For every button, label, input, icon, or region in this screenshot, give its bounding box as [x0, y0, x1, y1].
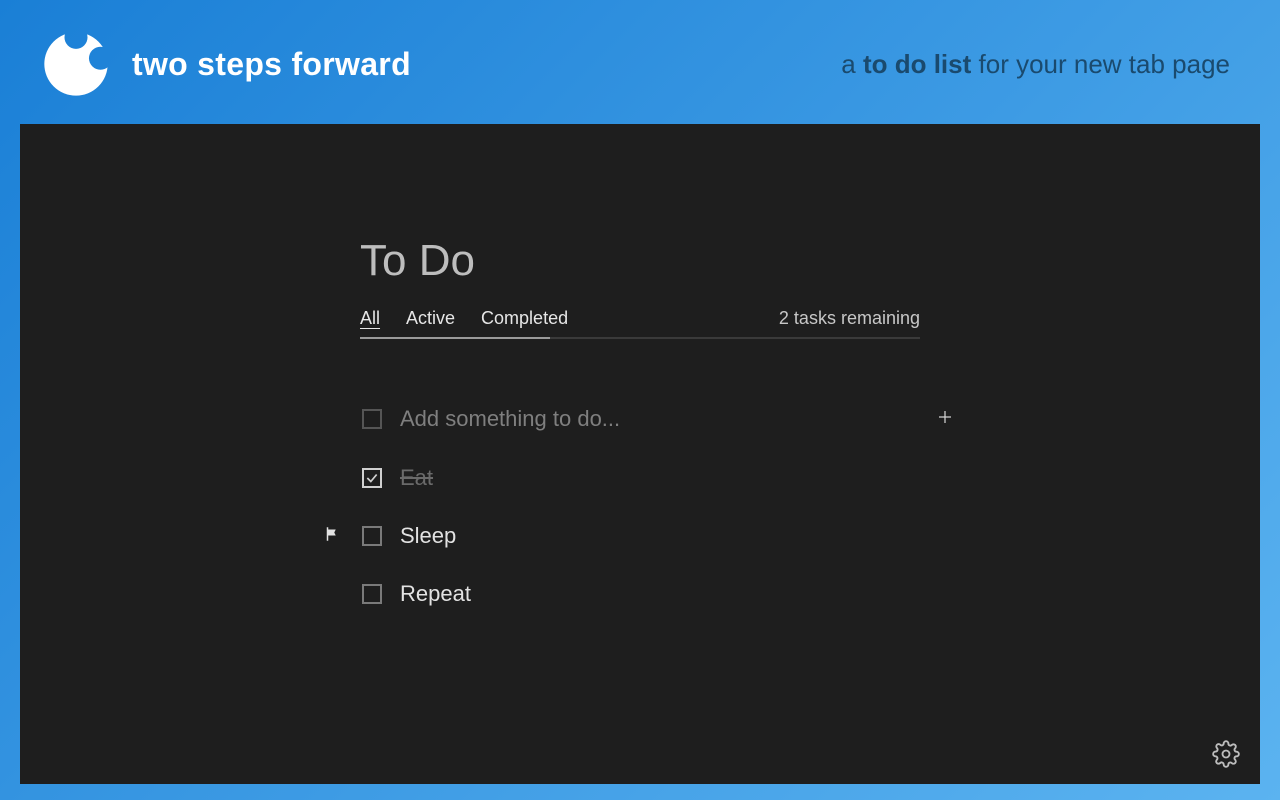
page-title: To Do [360, 236, 920, 286]
task-label[interactable]: Sleep [400, 523, 960, 549]
promo-banner: two steps forward a to do list for your … [0, 0, 1280, 124]
tab-completed[interactable]: Completed [481, 308, 568, 337]
tagline: a to do list for your new tab page [841, 49, 1240, 80]
tab-all[interactable]: All [360, 308, 380, 337]
task-label[interactable]: Repeat [400, 581, 960, 607]
tagline-bold: to do list [863, 49, 971, 79]
task-label[interactable]: Eat [400, 465, 960, 491]
task-checkbox[interactable] [362, 468, 382, 488]
flag-icon [323, 525, 341, 548]
tabs-row: All Active Completed 2 tasks remaining [360, 308, 920, 339]
add-task-input[interactable]: Add something to do... [400, 406, 918, 432]
task-checkbox[interactable] [362, 584, 382, 604]
settings-button[interactable] [1212, 740, 1240, 768]
flag-slot[interactable] [320, 525, 344, 548]
filter-tabs: All Active Completed [360, 308, 568, 337]
app-inner: To Do All Active Completed 2 tasks remai… [360, 236, 920, 623]
add-task-button[interactable] [936, 405, 960, 433]
app-frame: To Do All Active Completed 2 tasks remai… [20, 124, 1260, 784]
remaining-count: 2 tasks remaining [779, 308, 920, 337]
add-task-row: Add something to do... [320, 389, 960, 449]
tab-active[interactable]: Active [406, 308, 455, 337]
task-row: Sleep [320, 507, 960, 565]
app-logo-icon [40, 28, 112, 100]
tagline-prefix: a [841, 49, 863, 79]
tagline-suffix: for your new tab page [971, 49, 1230, 79]
tabs-underline [360, 337, 550, 339]
task-row: Eat [320, 449, 960, 507]
task-list: Add something to do... Eat [320, 389, 960, 623]
brand-name: two steps forward [132, 46, 411, 83]
brand: two steps forward [40, 28, 411, 100]
add-task-checkbox [362, 409, 382, 429]
task-checkbox[interactable] [362, 526, 382, 546]
task-row: Repeat [320, 565, 960, 623]
